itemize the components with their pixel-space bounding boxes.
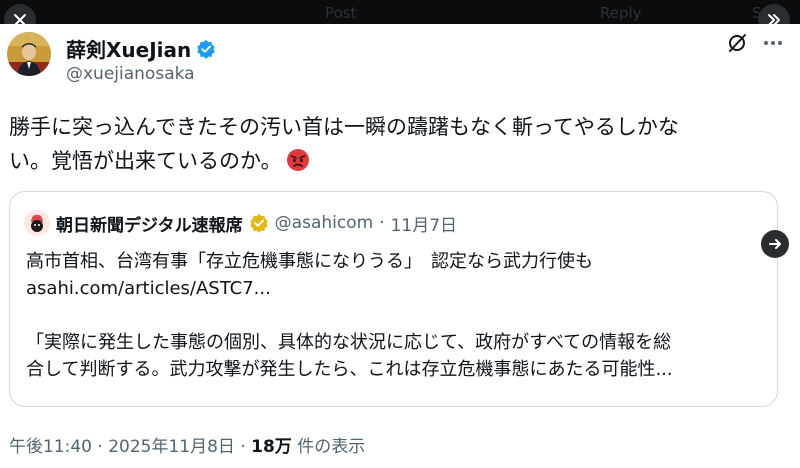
tweet-text: 勝手に突っ込んできたその汚い首は一瞬の躊躇もなく斬ってやるしかな い。覚悟が出来… bbox=[9, 110, 769, 178]
more-button[interactable] bbox=[762, 32, 784, 58]
author-name-row: 薛剣XueJian bbox=[66, 34, 216, 63]
ghost-reply-label: Reply bbox=[600, 4, 642, 22]
quote-author-handle: @asahicom bbox=[274, 213, 374, 233]
quote-author-name: 朝日新聞デジタル速報席 bbox=[56, 215, 243, 236]
view-count: 18万 bbox=[251, 437, 292, 457]
grok-button[interactable] bbox=[726, 32, 748, 58]
verified-badge-icon bbox=[197, 39, 215, 59]
tweet-text-line-2-text: い。覚悟が出来ているのか。 bbox=[9, 149, 282, 173]
avatar-image bbox=[7, 32, 51, 76]
tweet-detail: 薛剣XueJian @xuejianosaka 勝手に突っ込んできたその汚い首は… bbox=[0, 24, 800, 468]
ghost-post-label: Post bbox=[325, 4, 357, 22]
view-count-suffix: 件の表示 bbox=[291, 437, 366, 457]
arrow-right-icon bbox=[769, 239, 781, 249]
quoted-tweet-card[interactable]: 朝日新聞デジタル速報席 @asahicom · 11月7日 高市首相、台湾有事「… bbox=[9, 191, 778, 407]
angry-face-emoji-icon bbox=[286, 149, 309, 171]
quote-header: 朝日新聞デジタル速報席 @asahicom · 11月7日 bbox=[24, 210, 457, 236]
next-button[interactable] bbox=[761, 230, 789, 258]
quote-date: 11月7日 bbox=[390, 215, 458, 236]
tweet-text-line-2: い。覚悟が出来ているのか。 bbox=[9, 144, 769, 178]
top-bar: Post Reply Se bbox=[0, 0, 800, 24]
tweet-text-line-1: 勝手に突っ込んできたその汚い首は一瞬の躊躇もなく斬ってやるしかな bbox=[9, 115, 679, 139]
quote-line-1: 高市首相、台湾有事「存立危機事態になりうる」 認定なら武力行使も bbox=[26, 251, 593, 272]
gold-verified-badge-icon bbox=[249, 213, 268, 233]
quote-separator: · bbox=[379, 213, 385, 233]
quote-line-3: 「実際に発生した事態の個別、具体的な状況に応じて、政府がすべての情報を総 bbox=[26, 332, 672, 353]
tweet-meta: 午後11:40 · 2025年11月8日 · 18万 件の表示 bbox=[9, 432, 365, 457]
quote-avatar[interactable] bbox=[24, 210, 50, 236]
more-icon bbox=[764, 41, 782, 45]
quote-avatar-image bbox=[24, 210, 50, 236]
author-handle[interactable]: @xuejianosaka bbox=[66, 64, 195, 84]
grok-icon bbox=[729, 34, 746, 52]
tweet-timestamp[interactable]: 午後11:40 · 2025年11月8日 · bbox=[9, 437, 251, 457]
author-display-name[interactable]: 薛剣XueJian bbox=[66, 34, 191, 63]
quote-spacer bbox=[26, 302, 766, 329]
tweet-actions-top bbox=[726, 32, 784, 58]
quote-line-4: 合して判断する。武力攻撃が発生したら、これは存立危機事態にあたる可能性... bbox=[26, 359, 673, 380]
quote-body: 高市首相、台湾有事「存立危機事態になりうる」 認定なら武力行使も asahi.c… bbox=[26, 248, 766, 383]
quote-link[interactable]: asahi.com/articles/ASTC7... bbox=[26, 275, 766, 302]
avatar[interactable] bbox=[7, 32, 51, 76]
